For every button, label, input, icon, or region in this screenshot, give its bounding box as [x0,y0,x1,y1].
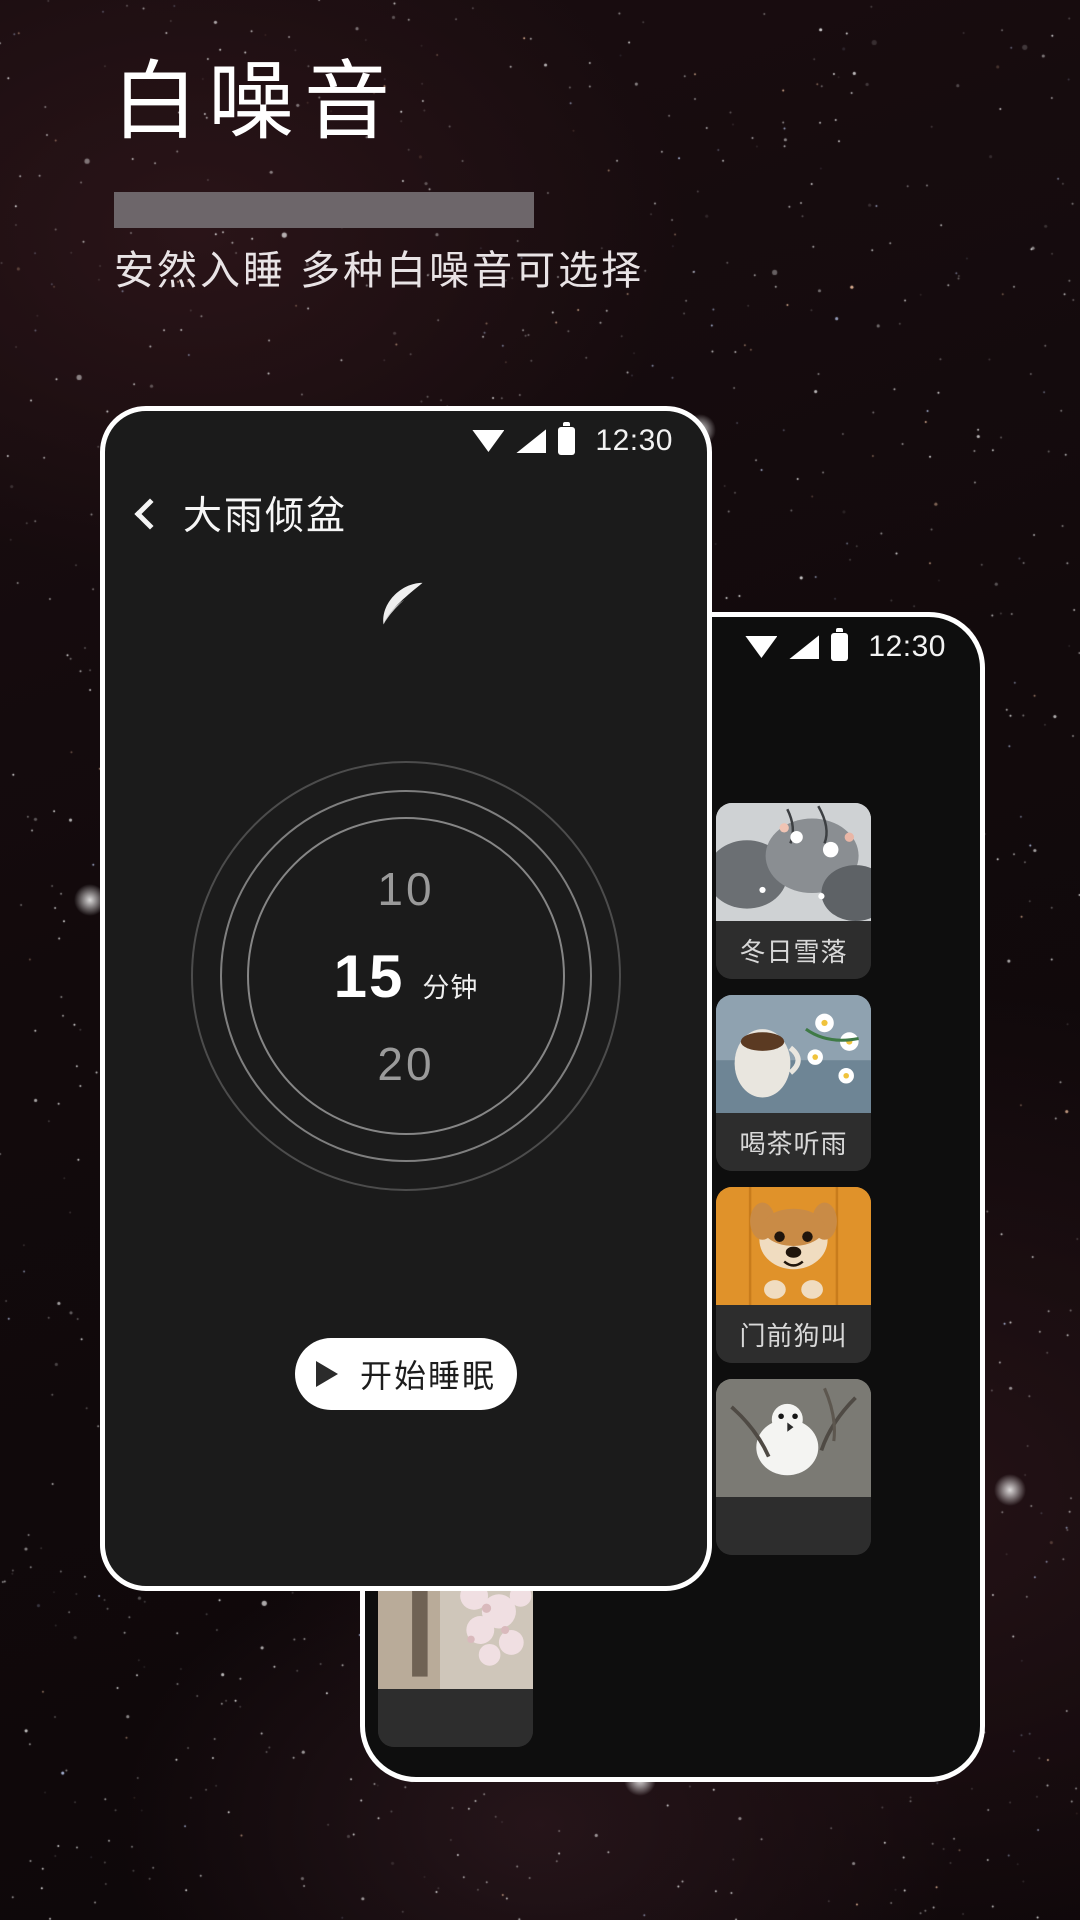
sound-tile[interactable] [378,1571,533,1747]
phone-mockup-timer: 12:30 大雨倾盆 10 15 分钟 20 开始睡眠 [100,406,712,1591]
play-icon [315,1361,338,1387]
timer-title: 大雨倾盆 [183,495,348,538]
sound-tile-label: 冬日雪落 [716,921,871,979]
dial-number-column: 10 15 分钟 20 [191,761,621,1191]
status-bar-time-front: 12:30 [595,424,673,457]
headline-block: 白噪音 [112,52,534,228]
timer-value-previous[interactable]: 10 [377,862,434,916]
signal-icon [789,635,820,659]
battery-icon [558,422,576,455]
tile-artwork [716,1187,871,1305]
timer-nav-bar: 大雨倾盆 [105,471,707,541]
sound-tile-label: 门前狗叫 [716,1305,871,1363]
sound-tile[interactable]: 喝茶听雨 [716,995,871,1171]
tile-artwork [716,1379,871,1497]
sound-tile-label [360,1689,364,1747]
timer-value-selected: 15 [333,942,405,1010]
status-bar-time-back: 12:30 [868,630,946,663]
crescent-moon-icon [383,582,423,625]
timer-selected-row: 15 分钟 [334,942,479,1011]
sound-tile-label [378,1689,533,1747]
start-sleep-button[interactable]: 开始睡眠 [295,1338,517,1410]
signal-icon [516,429,547,453]
timer-unit-label: 分钟 [422,972,479,1003]
start-sleep-label: 开始睡眠 [359,1358,496,1394]
status-bar-front: 12:30 [105,411,707,471]
tile-artwork [716,995,871,1113]
sound-tile[interactable] [360,1571,364,1747]
sound-tile-label [716,1497,871,1555]
chevron-left-icon[interactable] [134,498,166,530]
promo-stage: 白噪音 安然入睡 多种白噪音可选择 12:30 助眠阿尔法脑波 frog池塘蛙鸣… [0,0,1080,1920]
sound-tile[interactable]: 门前狗叫 [716,1187,871,1363]
wifi-icon [472,430,505,452]
timer-screen: 大雨倾盆 10 15 分钟 20 开始睡眠 [105,471,707,1586]
page-title: 白噪音 [112,54,400,150]
wifi-icon [745,636,778,658]
tile-artwork [716,803,871,921]
timer-value-next[interactable]: 20 [377,1037,434,1091]
sound-tile[interactable] [716,1379,871,1555]
sound-tile[interactable]: 冬日雪落 [716,803,871,979]
battery-icon [831,628,849,661]
page-subtitle: 安然入睡 多种白噪音可选择 [114,249,645,293]
sleep-timer-dial[interactable]: 10 15 分钟 20 [191,761,621,1191]
sound-tile-label: 喝茶听雨 [716,1113,871,1171]
headline-highlight-bar [114,192,534,228]
